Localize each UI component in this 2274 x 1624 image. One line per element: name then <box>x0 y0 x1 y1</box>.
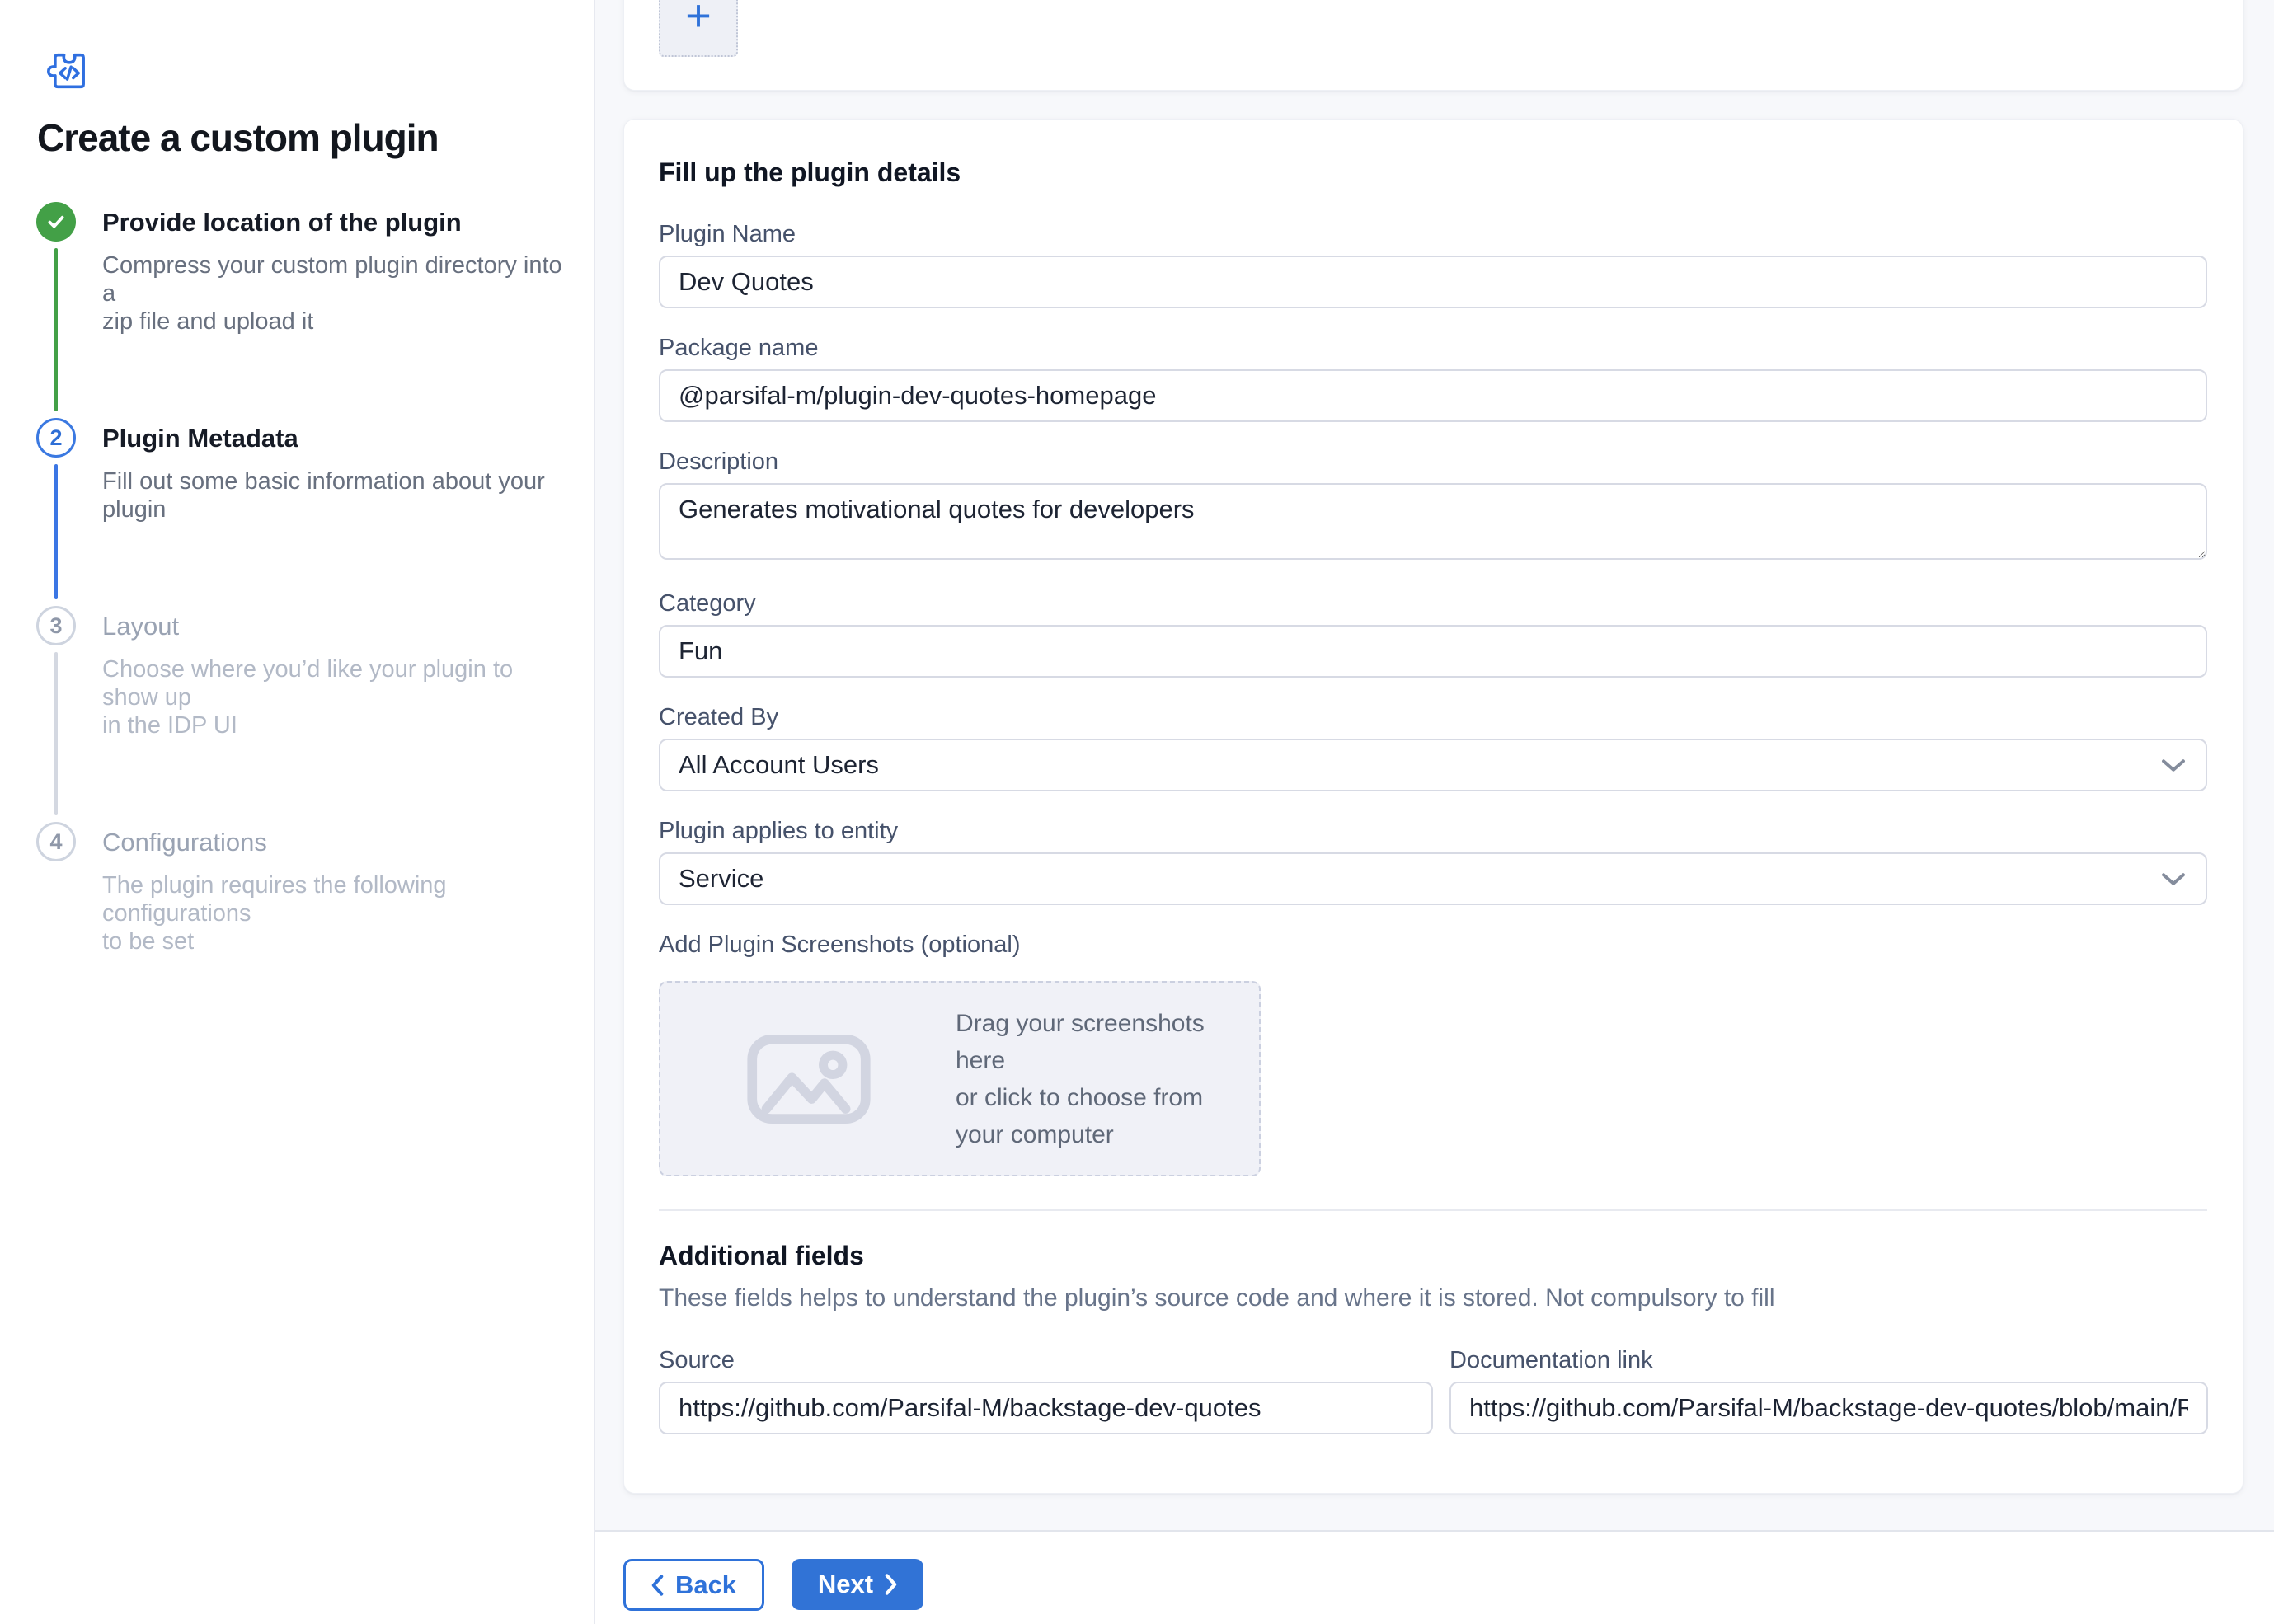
additional-fields-grid: Source Documentation link <box>659 1345 2207 1434</box>
chevron-down-icon <box>2161 872 2186 886</box>
plugin-code-icon <box>43 46 96 96</box>
upload-source-card: + <box>623 0 2243 91</box>
documentation-link-input[interactable] <box>1449 1382 2208 1434</box>
additional-fields-heading: Additional fields <box>659 1241 2207 1271</box>
next-button[interactable]: Next <box>792 1559 923 1610</box>
entity-value: Service <box>679 864 763 894</box>
entity-field: Plugin applies to entity Service <box>659 816 2207 905</box>
category-input[interactable] <box>659 625 2207 678</box>
step-description: The plugin requires the following config… <box>102 871 564 955</box>
plugin-name-label: Plugin Name <box>659 219 2207 249</box>
plugin-name-input[interactable] <box>659 256 2207 308</box>
next-button-label: Next <box>818 1570 873 1599</box>
plus-icon: + <box>685 0 712 38</box>
section-divider <box>659 1209 2207 1211</box>
chevron-left-icon <box>651 1575 664 1596</box>
dropzone-text: Drag your screenshots here or click to c… <box>956 1005 1259 1153</box>
create-custom-plugin-page: Create a custom plugin Provide location … <box>0 0 2274 1624</box>
step-number-badge: 3 <box>36 606 76 645</box>
wizard-sidebar: Create a custom plugin Provide location … <box>0 0 595 1624</box>
step-title: Provide location of the plugin <box>102 202 564 237</box>
wizard-steps: Provide location of the plugin Compress … <box>36 202 564 1038</box>
plugin-details-card: Fill up the plugin details Plugin Name P… <box>623 119 2243 1494</box>
source-field: Source <box>659 1345 1433 1434</box>
step-layout: 3 Layout Choose where you’d like your pl… <box>36 606 564 739</box>
created-by-value: All Account Users <box>679 750 879 780</box>
footer-bar: Back Next <box>595 1530 2274 1624</box>
created-by-label: Created By <box>659 702 2207 732</box>
step-title: Configurations <box>102 822 564 857</box>
step-title: Plugin Metadata <box>102 418 564 453</box>
step-description: Choose where you’d like your plugin to s… <box>102 655 564 739</box>
category-label: Category <box>659 589 2207 618</box>
image-icon <box>746 1034 872 1124</box>
description-field: Description Generates motivational quote… <box>659 447 2207 564</box>
chevron-right-icon <box>885 1574 897 1595</box>
back-button-label: Back <box>675 1570 736 1600</box>
entity-select[interactable]: Service <box>659 852 2207 905</box>
package-name-label: Package name <box>659 333 2207 363</box>
form-heading: Fill up the plugin details <box>659 157 2207 188</box>
package-name-input[interactable] <box>659 369 2207 422</box>
add-upload-tile-button[interactable]: + <box>659 0 738 57</box>
step-provide-location: Provide location of the plugin Compress … <box>36 202 564 336</box>
chevron-down-icon <box>2161 758 2186 772</box>
screenshots-field: Add Plugin Screenshots (optional) Drag y… <box>659 930 2207 1176</box>
created-by-select[interactable]: All Account Users <box>659 739 2207 791</box>
screenshots-label: Add Plugin Screenshots (optional) <box>659 930 2207 960</box>
additional-fields-description: These fields helps to understand the plu… <box>659 1284 2207 1312</box>
step-number-badge: 4 <box>36 822 76 861</box>
step-plugin-metadata: 2 Plugin Metadata Fill out some basic in… <box>36 418 564 523</box>
plugin-name-field: Plugin Name <box>659 219 2207 308</box>
description-label: Description <box>659 447 2207 476</box>
step-configurations: 4 Configurations The plugin requires the… <box>36 822 564 955</box>
step-number-badge: 2 <box>36 418 76 458</box>
entity-label: Plugin applies to entity <box>659 816 2207 846</box>
main-area: + Fill up the plugin details Plugin Name… <box>595 0 2274 1624</box>
step-description: Compress your custom plugin directory in… <box>102 251 564 336</box>
page-title: Create a custom plugin <box>37 115 439 160</box>
documentation-link-label: Documentation link <box>1449 1345 2208 1375</box>
package-name-field: Package name <box>659 333 2207 422</box>
step-description: Fill out some basic information about yo… <box>102 467 564 523</box>
category-field: Category <box>659 589 2207 678</box>
step-completed-check-icon <box>36 202 76 242</box>
source-label: Source <box>659 1345 1433 1375</box>
back-button[interactable]: Back <box>623 1559 764 1611</box>
step-title: Layout <box>102 606 564 641</box>
created-by-field: Created By All Account Users <box>659 702 2207 791</box>
documentation-link-field: Documentation link <box>1449 1345 2208 1434</box>
source-input[interactable] <box>659 1382 1433 1434</box>
screenshot-dropzone[interactable]: Drag your screenshots here or click to c… <box>659 981 1261 1176</box>
description-textarea[interactable]: Generates motivational quotes for develo… <box>659 483 2207 560</box>
